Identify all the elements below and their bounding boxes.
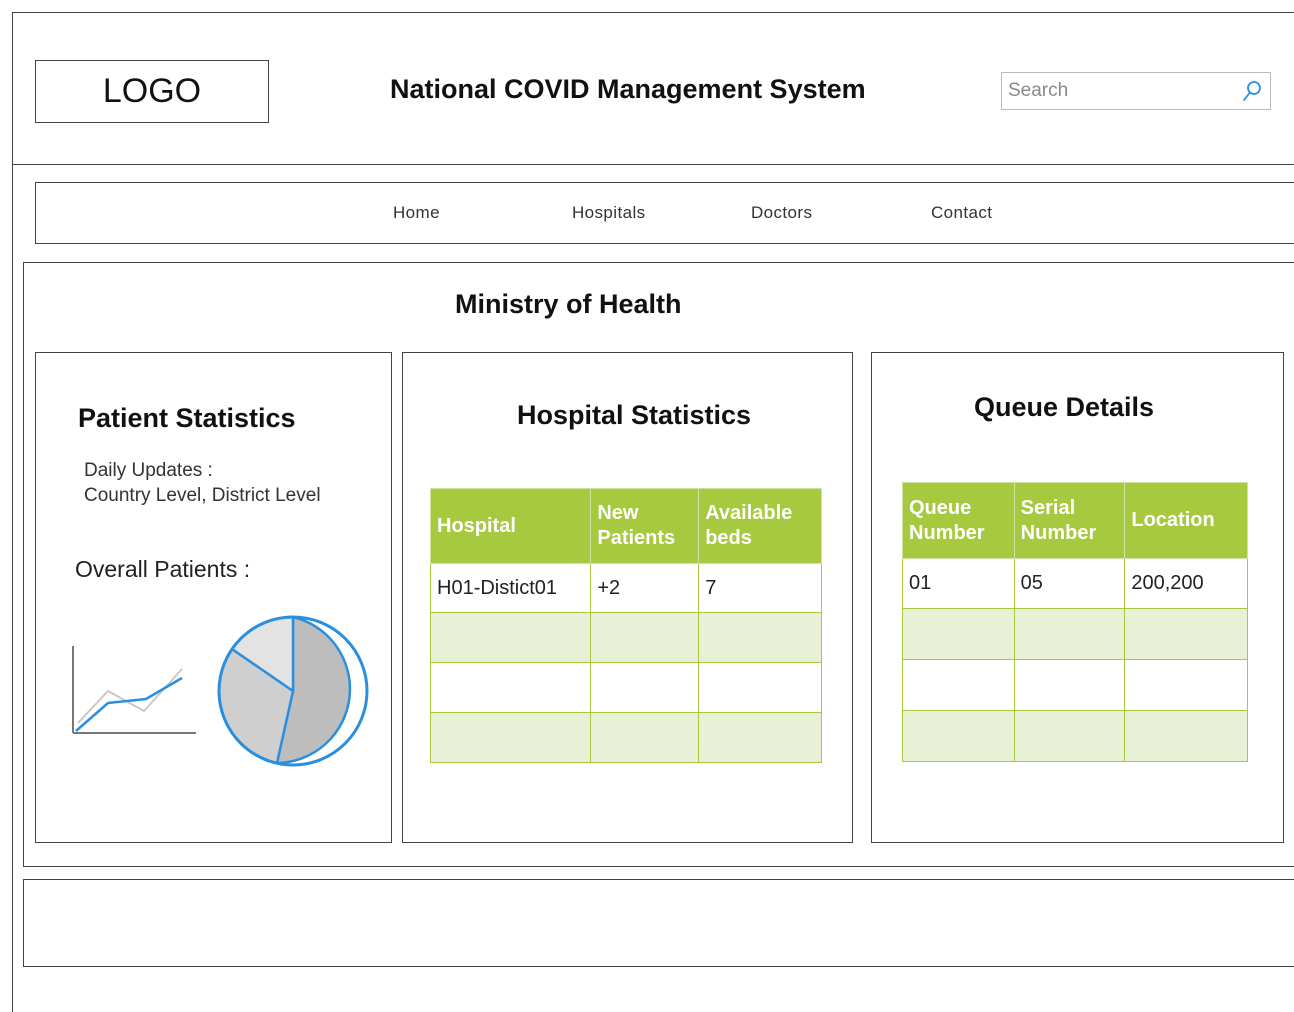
overall-patients-label: Overall Patients : [75, 556, 251, 582]
daily-updates-label: Daily Updates : [84, 460, 213, 481]
line-chart-icon [72, 646, 196, 734]
nav-bar: Home Hospitals Doctors Contact [35, 182, 1294, 244]
hospital-statistics-title: Hospital Statistics [517, 400, 752, 430]
queue-details-table: Queue Number Serial Number Location 01 0… [902, 482, 1248, 762]
table-cell: 200,200 [1124, 558, 1248, 609]
nav-item-contact[interactable]: Contact [931, 203, 992, 223]
logo: LOGO [35, 60, 269, 123]
table-cell: H01-Distict01 [429, 563, 592, 613]
column-header: New Patients [590, 488, 700, 564]
table-row[interactable] [429, 712, 822, 763]
table-cell: 01 [902, 558, 1015, 609]
column-header: Queue Number [902, 482, 1015, 559]
pie-chart-icon [217, 615, 369, 767]
table-cell [1124, 659, 1248, 711]
table-row[interactable] [429, 612, 822, 663]
patient-statistics-title: Patient Statistics [78, 403, 296, 433]
table-cell [698, 662, 822, 713]
table-row[interactable] [902, 710, 1248, 762]
table-cell [1013, 608, 1126, 660]
table-row[interactable] [902, 608, 1248, 660]
table-cell [429, 662, 592, 713]
queue-details-title: Queue Details [974, 392, 1155, 422]
table-cell: 05 [1013, 558, 1126, 609]
table-cell [1124, 608, 1248, 660]
table-cell [429, 612, 592, 663]
patient-statistics-panel: Patient Statistics Daily Updates : Count… [35, 352, 392, 843]
table-cell: 7 [698, 563, 822, 613]
header-divider [12, 164, 1294, 165]
table-row[interactable]: H01-Distict01 +2 7 [429, 563, 822, 613]
table-cell [1013, 659, 1126, 711]
table-cell [590, 612, 700, 663]
column-header: Available beds [698, 488, 822, 564]
column-header: Serial Number [1013, 482, 1126, 559]
table-row[interactable]: 01 05 200,200 [902, 558, 1248, 609]
search-icon[interactable] [1240, 79, 1264, 103]
nav-item-doctors[interactable]: Doctors [751, 203, 812, 223]
table-header-row: Hospital New Patients Available beds [429, 488, 822, 564]
app-title: National COVID Management System [390, 74, 866, 104]
table-row[interactable] [902, 659, 1248, 711]
column-header: Hospital [429, 488, 592, 564]
nav-item-hospitals[interactable]: Hospitals [572, 203, 646, 223]
footer [23, 879, 1294, 967]
table-cell [590, 662, 700, 713]
nav-item-home[interactable]: Home [393, 203, 440, 223]
hospital-statistics-table: Hospital New Patients Available beds H01… [429, 488, 822, 763]
search-box [1001, 72, 1271, 110]
table-cell [1013, 710, 1126, 762]
table-header-row: Queue Number Serial Number Location [902, 482, 1248, 559]
table-cell [902, 710, 1015, 762]
table-cell [590, 712, 700, 763]
table-cell [902, 608, 1015, 660]
table-cell [1124, 710, 1248, 762]
table-cell: +2 [590, 563, 700, 613]
table-cell [902, 659, 1015, 711]
table-row[interactable] [429, 662, 822, 713]
table-cell [698, 712, 822, 763]
column-header: Location [1124, 482, 1248, 559]
search-input[interactable] [1002, 73, 1222, 109]
table-cell [698, 612, 822, 663]
table-cell [429, 712, 592, 763]
levels-label: Country Level, District Level [84, 485, 321, 506]
section-title: Ministry of Health [455, 289, 682, 319]
